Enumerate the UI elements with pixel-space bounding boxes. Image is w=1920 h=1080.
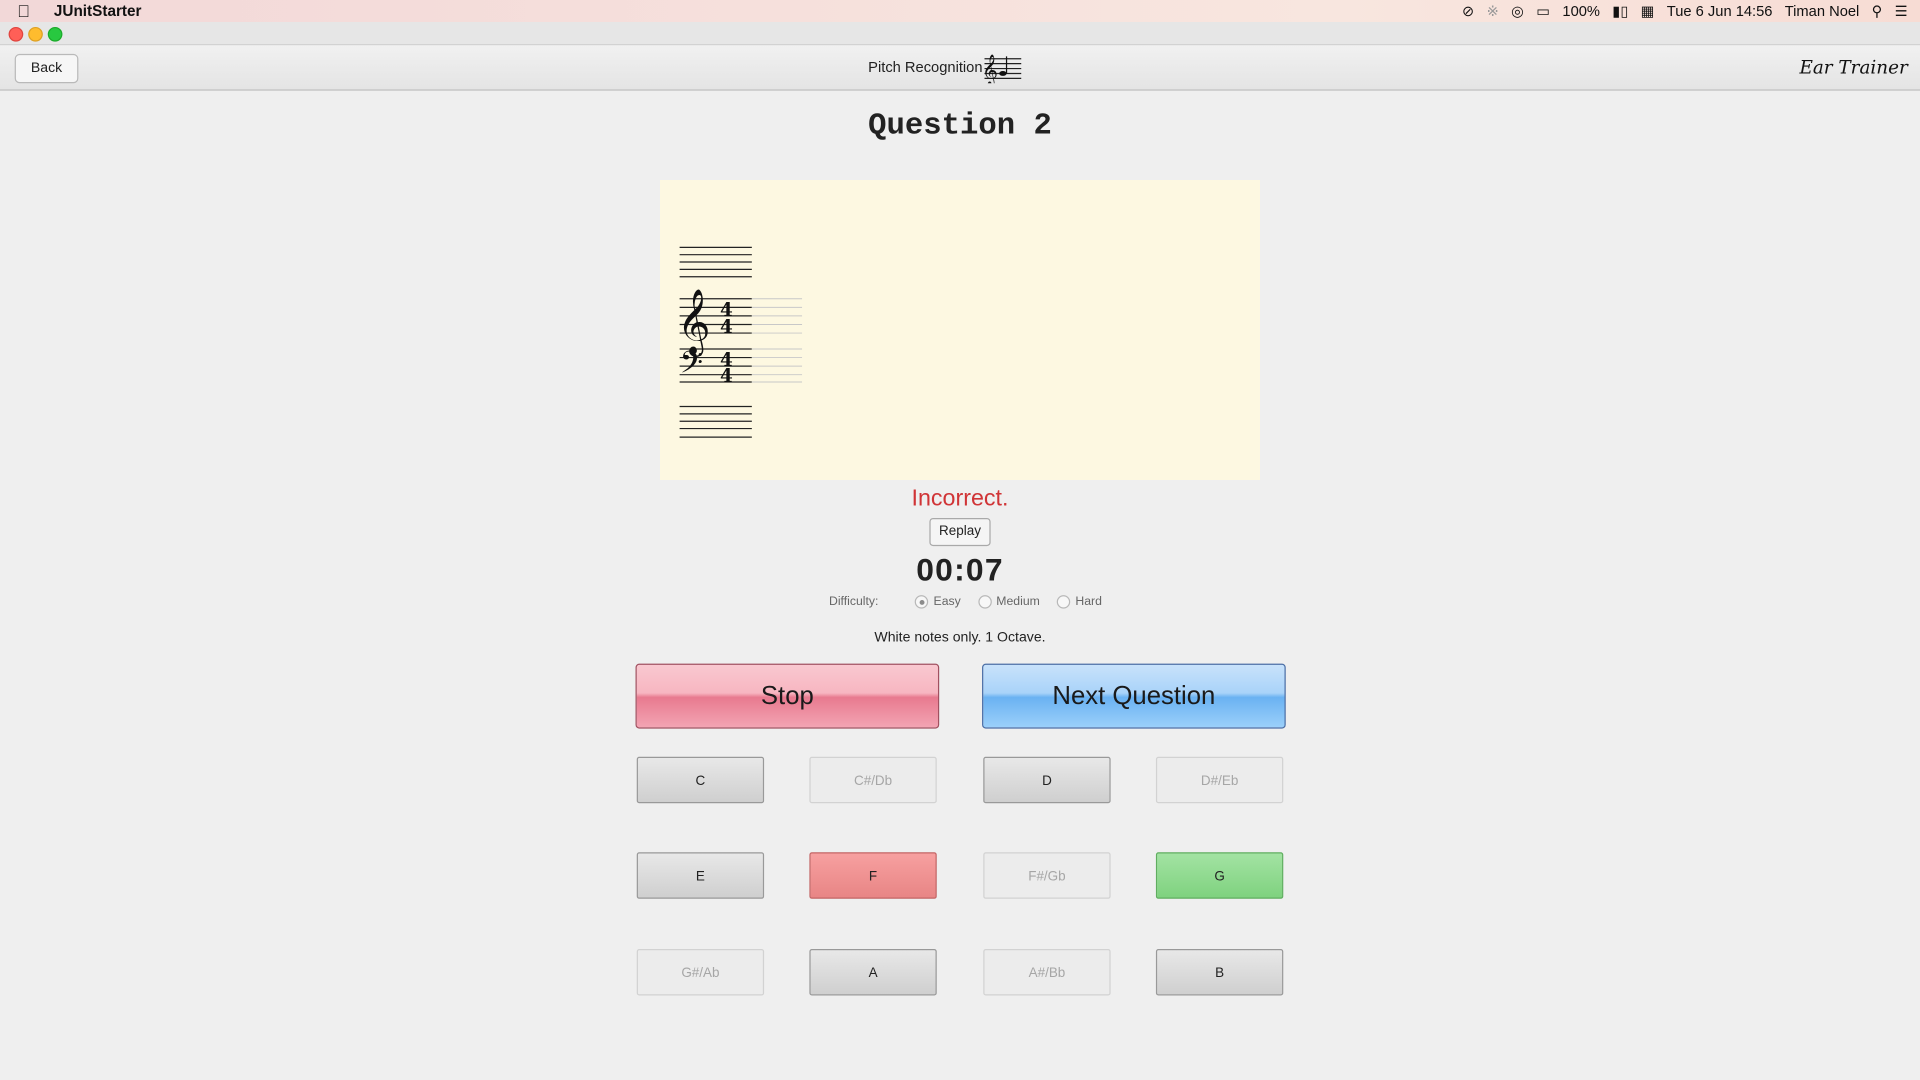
timer: 00:07 [916,551,1004,588]
radio-selected-icon [915,595,929,609]
note-button-e[interactable]: E [636,852,765,899]
note-button-a-sharp[interactable]: A#/Bb [983,948,1111,996]
window-title-bar [0,22,1920,46]
notification-center-icon[interactable]: ☰ [1895,2,1908,19]
difficulty-easy-radio[interactable]: Easy [915,595,961,609]
toolbar: Back Pitch Recognition 𝄞 Ear Trainer [0,45,1920,91]
question-title: Question 2 [868,107,1052,144]
app-menu-name[interactable]: JUnitStarter [54,2,142,19]
minimize-window-button[interactable] [28,26,43,42]
replay-button[interactable]: Replay [929,517,991,547]
note-button-d-sharp[interactable]: D#/Eb [1155,756,1284,804]
stop-button[interactable]: Stop [635,663,940,729]
difficulty-label: Difficulty: [828,595,879,609]
zoom-window-button[interactable] [47,26,63,42]
svg-text:𝄞: 𝄞 [982,53,998,83]
toolbar-title: Pitch Recognition [868,58,983,76]
staff-display: 𝄞 𝄢 44 44 [660,180,1261,481]
note-button-f-sharp[interactable]: F#/Gb [983,852,1111,899]
brand-logo: Ear Trainer [1799,56,1908,79]
difficulty-hard-radio[interactable]: Hard [1056,595,1102,609]
note-button-c-sharp[interactable]: C#/Db [809,756,937,804]
next-question-button[interactable]: Next Question [982,663,1286,729]
apple-icon[interactable]:  [17,1,30,21]
spotlight-search-icon[interactable]: ⚲ [1872,2,1883,19]
answer-status: Incorrect. [911,486,1009,512]
battery-icon[interactable]: ▮▯ [1612,2,1628,19]
svg-text:4: 4 [720,317,733,338]
user-name[interactable]: Timan Noel [1785,2,1860,19]
radio-unselected-icon [977,595,992,609]
note-button-b[interactable]: B [1155,948,1284,996]
battery-percent: 100% [1562,2,1601,20]
note-button-g[interactable]: G [1155,852,1284,899]
bluetooth-icon[interactable]: ※ [1487,2,1499,19]
note-button-c[interactable]: C [636,756,765,804]
difficulty-description: White notes only. 1 Octave. [874,630,1046,646]
radio-label: Easy [933,595,961,609]
svg-text:4: 4 [720,366,733,387]
macos-menu-bar:  JUnitStarter ⊘ ※ ◎ ▭ 100% ▮▯ ▦ Tue 6 J… [0,0,1920,23]
menu-clock[interactable]: Tue 6 Jun 14:56 [1667,2,1773,19]
close-window-button[interactable] [8,26,24,42]
radio-unselected-icon [1056,595,1071,609]
input-source-icon[interactable]: ▦ [1641,2,1655,19]
music-staff-icon: 𝄞 [982,53,1022,83]
wifi-icon[interactable]: ◎ [1511,2,1524,19]
time-signature: 44 44 [720,300,733,387]
do-not-disturb-icon[interactable]: ⊘ [1462,2,1474,19]
difficulty-selector: Difficulty: Easy Medium Hard [828,595,1102,609]
back-button[interactable]: Back [14,53,79,84]
status-menus: ⊘ ※ ◎ ▭ 100% ▮▯ ▦ Tue 6 Jun 14:56 Timan … [1462,2,1908,19]
note-button-a[interactable]: A [809,948,937,996]
grand-staff: 𝄞 𝄢 44 44 [677,246,803,438]
radio-label: Hard [1075,595,1102,609]
note-button-f[interactable]: F [809,852,937,899]
bass-clef-icon: 𝄢 [680,344,704,387]
difficulty-medium-radio[interactable]: Medium [977,595,1040,609]
airplay-icon[interactable]: ▭ [1536,2,1550,19]
note-button-g-sharp[interactable]: G#/Ab [636,948,765,996]
note-button-d[interactable]: D [983,756,1111,804]
radio-label: Medium [996,595,1040,609]
